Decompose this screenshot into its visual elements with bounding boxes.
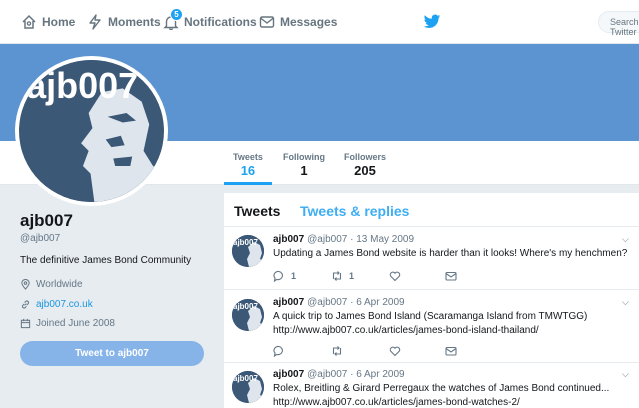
tweet-to-button[interactable]: Tweet to ajb007	[20, 341, 204, 366]
tweet-text-line: Rolex, Breitling & Girard Perregaux the …	[273, 383, 610, 394]
search-input[interactable]: Search Twitter	[598, 11, 639, 37]
tweet-actions: 1 1	[273, 270, 493, 284]
stat-followers-label: Followers	[344, 152, 387, 162]
retweet-icon	[332, 346, 342, 356]
notification-count-badge: 5	[170, 8, 183, 21]
chevron-down-icon[interactable]: ⌵	[622, 369, 629, 380]
profile-handle[interactable]: @ajb007	[20, 233, 60, 244]
profile-location: Worldwide	[20, 279, 83, 290]
profile-url-text[interactable]: ajb007.co.uk	[36, 299, 93, 310]
tweet-text-line: A quick trip to James Bond Island (Scara…	[273, 311, 588, 322]
tweet-text-line: Updating a James Bond website is harder …	[273, 248, 628, 259]
reply-count: 1	[291, 271, 297, 281]
location-pin-icon	[21, 279, 30, 290]
top-navigation: Home Moments 5 Notifications Messages Se…	[0, 0, 639, 44]
stat-tweets-value: 16	[240, 163, 256, 178]
tweet-header: ajb007 @ajb007 · 13 May 2009	[273, 234, 414, 245]
timeline-tabs: Tweets Tweets & replies	[224, 193, 639, 227]
tweet-item[interactable]: ajb007 ajb007 @ajb007 · 6 Apr 2009 ⌵ A qu…	[224, 290, 639, 363]
direct-message-button[interactable]	[445, 345, 457, 357]
tab-tweets[interactable]: Tweets	[234, 203, 280, 219]
tweet-avatar[interactable]: ajb007	[232, 235, 264, 267]
tweet-avatar-image: ajb007	[232, 299, 264, 331]
reply-icon	[273, 270, 283, 282]
envelope-icon	[445, 346, 457, 356]
envelope-icon	[259, 16, 275, 28]
tweet-header: ajb007 @ajb007 · 6 Apr 2009	[273, 297, 405, 308]
profile-location-text: Worldwide	[36, 279, 83, 290]
stat-tweets[interactable]: Tweets 16	[233, 152, 263, 178]
twitter-bird-icon[interactable]	[423, 14, 441, 30]
nav-moments-label: Moments	[108, 15, 161, 29]
nav-home-label: Home	[42, 15, 76, 29]
active-tab-underline	[224, 182, 272, 185]
stat-following[interactable]: Following 1	[283, 152, 325, 178]
profile-name[interactable]: ajb007	[20, 211, 73, 231]
tweet-link[interactable]: http://www.ajb007.co.uk/articles/james-b…	[273, 324, 628, 338]
profile-joined: Joined June 2008	[20, 318, 115, 329]
tab-tweets-and-replies[interactable]: Tweets & replies	[300, 203, 409, 219]
tweet-avatar-text: ajb007	[233, 374, 258, 383]
tweet-avatar-image: ajb007	[232, 235, 264, 267]
tweet-avatar-image: ajb007	[232, 371, 264, 403]
nav-messages[interactable]: Messages	[259, 0, 337, 44]
tweet-avatar-text: ajb007	[233, 238, 258, 247]
nav-home[interactable]: Home	[21, 0, 75, 44]
lightning-icon	[89, 14, 101, 30]
stat-tweets-label: Tweets	[233, 152, 263, 162]
nav-messages-label: Messages	[280, 15, 338, 29]
reply-button[interactable]: 1	[273, 270, 296, 282]
retweet-count: 1	[349, 271, 355, 281]
tweet-avatar[interactable]: ajb007	[232, 371, 264, 403]
tweet-author-name[interactable]: ajb007	[273, 297, 304, 308]
heart-icon	[389, 271, 401, 282]
reply-button[interactable]	[273, 345, 285, 357]
retweet-button[interactable]	[331, 345, 343, 357]
envelope-icon	[445, 271, 457, 281]
stat-following-value: 1	[300, 163, 308, 178]
stat-followers-value: 205	[354, 163, 376, 178]
profile-url[interactable]: ajb007.co.uk	[20, 299, 93, 310]
heart-icon	[389, 346, 401, 357]
tweet-header: ajb007 @ajb007 · 6 Apr 2009	[273, 369, 405, 380]
tweet-meta[interactable]: @ajb007 · 6 Apr 2009	[307, 297, 404, 308]
tweet-item[interactable]: ajb007 ajb007 @ajb007 · 13 May 2009 ⌵ Upd…	[224, 227, 639, 290]
tweet-link[interactable]: http://www.ajb007.co.uk/articles/james-b…	[273, 396, 628, 408]
tweet-author-name[interactable]: ajb007	[273, 234, 304, 245]
calendar-icon	[20, 318, 31, 329]
reply-icon	[273, 345, 283, 357]
home-icon	[22, 14, 36, 29]
tweet-meta[interactable]: @ajb007 · 6 Apr 2009	[307, 369, 404, 380]
timeline: Tweets Tweets & replies ajb007 ajb007 @aj…	[224, 193, 639, 408]
tweet-author-name[interactable]: ajb007	[273, 369, 304, 380]
nav-notifications[interactable]: 5 Notifications	[163, 0, 257, 44]
stat-following-label: Following	[283, 152, 325, 162]
tweet-actions	[273, 345, 493, 359]
tweet-item[interactable]: ajb007 ajb007 @ajb007 · 6 Apr 2009 ⌵ Role…	[224, 363, 639, 408]
nav-moments[interactable]: Moments	[87, 0, 161, 44]
like-button[interactable]	[389, 345, 401, 357]
profile-joined-text: Joined June 2008	[36, 318, 115, 329]
retweet-icon	[332, 271, 342, 281]
profile-avatar[interactable]: ajb007	[15, 56, 168, 206]
like-button[interactable]	[389, 270, 401, 282]
link-icon	[21, 300, 30, 309]
tweet-avatar-text: ajb007	[233, 302, 258, 311]
nav-notifications-label: Notifications	[184, 15, 257, 29]
avatar-image: ajb007	[20, 60, 163, 202]
profile-bio: The definitive James Bond Community	[20, 255, 192, 266]
tweet-meta[interactable]: @ajb007 · 13 May 2009	[307, 234, 414, 245]
chevron-down-icon[interactable]: ⌵	[622, 234, 629, 245]
chevron-down-icon[interactable]: ⌵	[622, 297, 629, 308]
tweet-avatar[interactable]: ajb007	[232, 299, 264, 331]
retweet-button[interactable]: 1	[331, 270, 354, 282]
direct-message-button[interactable]	[445, 270, 457, 282]
stat-followers[interactable]: Followers 205	[344, 152, 386, 178]
